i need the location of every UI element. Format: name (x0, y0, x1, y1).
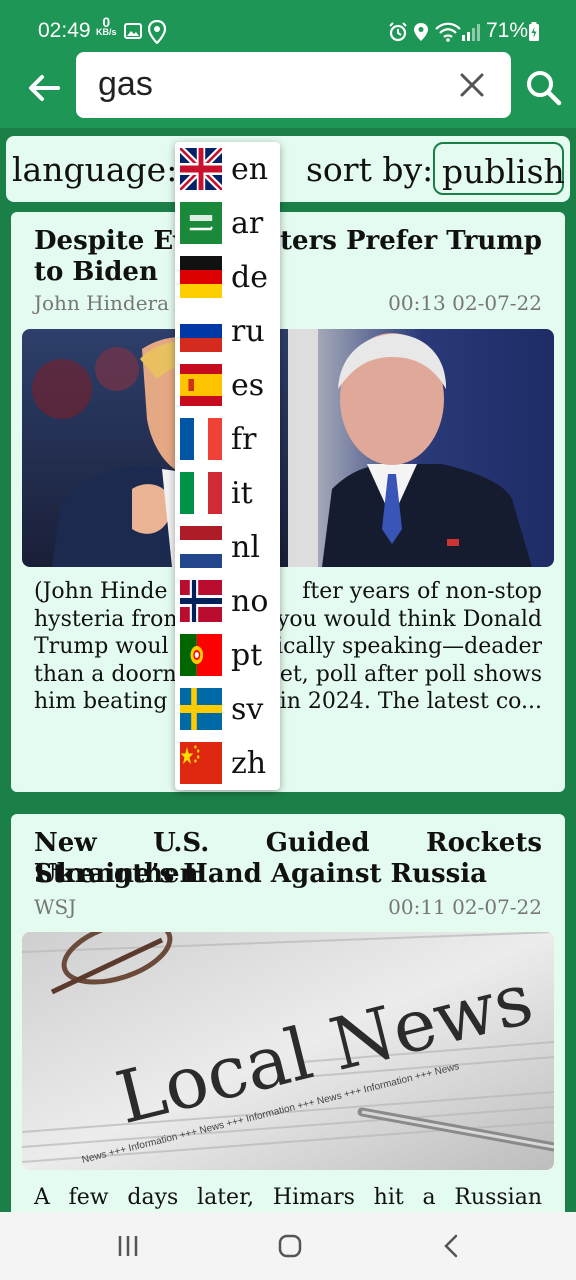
language-code: nl (231, 530, 260, 565)
desc-fragment: hysteria fron (34, 606, 178, 632)
desc-fragment: (John Hinde (34, 579, 168, 604)
sort-select[interactable]: publish (433, 142, 565, 195)
recent-apps-icon (118, 1236, 138, 1256)
language-code: pt (231, 638, 263, 673)
clear-search-button[interactable] (456, 69, 488, 101)
language-option-fr[interactable]: fr (175, 412, 280, 466)
desc-fragment: fter years of non-stop (302, 579, 542, 604)
language-option-ru[interactable]: ru (175, 304, 280, 358)
language-code: ru (231, 314, 265, 349)
language-option-es[interactable]: es (175, 358, 280, 412)
arrow-left-icon (29, 75, 60, 101)
language-option-pt[interactable]: pt (175, 628, 280, 682)
system-nav-bar (0, 1212, 576, 1280)
article-title-line: to Biden (34, 257, 158, 287)
back-button[interactable] (22, 66, 66, 110)
location-icon (414, 23, 428, 41)
home-button[interactable] (272, 1228, 308, 1264)
wifi-icon (435, 22, 461, 42)
status-time: 02:49 (38, 19, 91, 42)
portugal-flag-icon (180, 634, 222, 676)
language-option-sv[interactable]: sv (175, 682, 280, 736)
article-description: (John Hinde fter years of non-stop hyster… (34, 578, 542, 716)
language-option-de[interactable]: de (175, 250, 280, 304)
language-code: sv (231, 692, 264, 727)
language-option-zh[interactable]: zh (175, 736, 280, 790)
article-source: John Hindera (34, 291, 170, 315)
italy-flag-icon (180, 472, 222, 514)
desc-fragment: tically speaking—deader (267, 634, 542, 659)
article-title-line: Ukraine’s Hand Against Russia (34, 859, 488, 889)
desc-fragment: Trump woul (34, 634, 169, 659)
battery-level: 71% (486, 19, 529, 42)
desc-fragment: et, poll after poll shows (279, 661, 542, 687)
netherlands-flag-icon (180, 526, 222, 568)
article-card[interactable]: Despite Eve Voters Prefer Trump to Biden… (11, 212, 565, 792)
uk-flag-icon (180, 148, 222, 190)
language-code: de (231, 260, 268, 295)
language-code: it (231, 476, 253, 511)
language-code: ar (231, 206, 264, 241)
language-option-it[interactable]: it (175, 466, 280, 520)
desc-fragment: in 2024. The latest co... (279, 689, 542, 714)
language-option-en[interactable]: en (175, 142, 280, 196)
language-option-nl[interactable]: nl (175, 520, 280, 574)
germany-flag-icon (180, 256, 222, 298)
france-flag-icon (180, 418, 222, 460)
signal-icon (462, 24, 480, 41)
article-photo (22, 329, 554, 567)
norway-flag-icon (180, 580, 222, 622)
search-icon (527, 71, 562, 106)
sort-label: sort by: (306, 150, 434, 189)
language-code: zh (231, 746, 267, 781)
article-date: 00:13 02-07-22 (388, 291, 542, 315)
article-date: 00:11 02-07-22 (388, 895, 542, 919)
newspaper-photo: Local News News +++ Information +++ News… (22, 932, 554, 1170)
recent-apps-button[interactable] (110, 1228, 146, 1264)
sort-select-value: publish (442, 152, 565, 191)
language-code: fr (231, 422, 257, 457)
desc-fragment: you would think Donald (276, 606, 542, 632)
language-code: no (231, 584, 269, 619)
article-card[interactable]: New U.S. Guided Rockets Strengthen Ukrai… (11, 814, 565, 1234)
russia-flag-icon (180, 310, 222, 352)
alarm-icon (389, 22, 407, 42)
language-option-no[interactable]: no (175, 574, 280, 628)
language-label: language: (12, 150, 178, 189)
china-flag-icon (180, 742, 222, 784)
status-bar: 02:49 0 KB/s 71% (0, 0, 576, 46)
article-image[interactable]: Local News News +++ Information +++ News… (22, 932, 554, 1170)
language-dropdown: en ar de ru es fr it nl no pt sv zh (175, 142, 280, 790)
desc-fragment: than a doorn (34, 661, 177, 687)
battery-icon (529, 22, 539, 41)
image-icon (124, 23, 142, 39)
home-icon (278, 1234, 302, 1258)
search-input[interactable]: gas (76, 52, 511, 118)
article-title-line: Voters Prefer Trump (244, 226, 542, 256)
location-icon (148, 20, 166, 44)
back-icon (444, 1234, 458, 1258)
saudi-arabia-flag-icon (180, 202, 222, 244)
app-header: gas (0, 46, 576, 128)
net-speed-unit: KB/s (96, 27, 117, 37)
filter-bar: language: sort by: publish (6, 136, 570, 202)
search-query-text[interactable]: gas (98, 65, 153, 104)
language-option-ar[interactable]: ar (175, 196, 280, 250)
search-button[interactable] (522, 66, 566, 110)
close-icon (460, 73, 484, 97)
sweden-flag-icon (180, 688, 222, 730)
language-code: es (231, 368, 265, 403)
spain-flag-icon (180, 364, 222, 406)
nav-back-button[interactable] (434, 1228, 470, 1264)
article-source: WSJ (34, 895, 77, 919)
article-title: Despite Eve Voters Prefer Trump to Biden (34, 226, 542, 288)
language-code: en (231, 152, 269, 187)
net-speed: 0 KB/s (96, 15, 117, 37)
article-image[interactable] (22, 329, 554, 567)
desc-fragment: him beating (34, 689, 168, 714)
